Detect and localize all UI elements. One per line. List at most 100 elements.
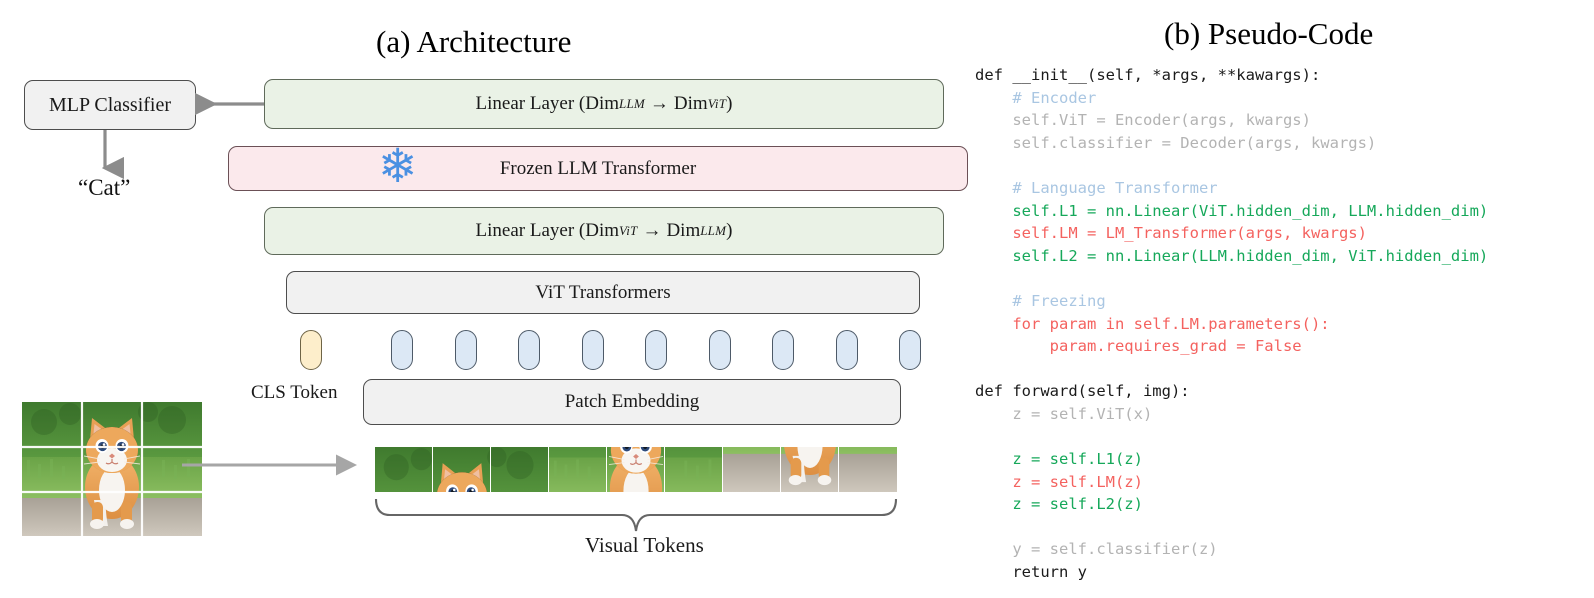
patch-token: [518, 330, 540, 370]
linear-top-prefix: Linear Layer (Dim: [475, 93, 620, 114]
frozen-llm-transformer-box: Frozen LLM Transformer: [228, 146, 968, 191]
linear-bottom-sub-to: LLM: [700, 223, 727, 238]
patch-embedding-box: Patch Embedding: [363, 379, 901, 425]
code-line: # Encoder: [975, 87, 1585, 110]
code-line: # Language Transformer: [975, 177, 1585, 200]
patch-token: [772, 330, 794, 370]
kitten-illustration: [839, 447, 897, 492]
linear-top-sub-to: ViT: [707, 96, 727, 111]
cls-token: [300, 330, 322, 370]
code-line: self.L1 = nn.Linear(ViT.hidden_dim, LLM.…: [975, 200, 1585, 223]
patch-token: [645, 330, 667, 370]
code-token: # Freezing: [1012, 291, 1106, 310]
arrow-mlp-to-cat: [101, 130, 125, 180]
code-token: z = self.L1(z): [1012, 450, 1143, 469]
linear-bottom-sub-from: ViT: [619, 223, 638, 238]
figure-canvas: (a) Architecture (b) Pseudo-Code MLP Cla…: [0, 0, 1594, 598]
code-token: # Encoder: [1012, 88, 1097, 107]
visual-token-patch: [665, 447, 723, 492]
code-line: z = self.L1(z): [975, 448, 1585, 471]
code-token: def forward(self, img):: [975, 382, 1190, 401]
code-line: self.ViT = Encoder(args, kwargs): [975, 109, 1585, 132]
code-token: def __init__(self, *args, **kawargs):: [975, 66, 1321, 84]
visual-token-patch: [375, 447, 433, 492]
arrow-linear-to-mlp: [194, 92, 264, 116]
code-token: self.LM = LM_Transformer(args, kwargs): [1012, 224, 1367, 243]
code-line: param.requires_grad = False: [975, 335, 1585, 358]
linear-layer-top-box: Linear Layer (Dim LLM → Dim ViT): [264, 79, 944, 129]
visual-token-patch: [491, 447, 549, 492]
patch-token: [391, 330, 413, 370]
visual-token-patch-strip: [375, 447, 897, 492]
panel-title-pseudocode: (b) Pseudo-Code: [1164, 16, 1374, 51]
kitten-illustration: [781, 447, 838, 492]
code-line: def forward(self, img):: [975, 380, 1585, 403]
code-token: # Language Transformer: [1012, 178, 1218, 197]
code-line: self.L2 = nn.Linear(LLM.hidden_dim, ViT.…: [975, 245, 1585, 268]
vit-transformers-label: ViT Transformers: [535, 281, 671, 303]
code-token: self.L1 = nn.Linear(ViT.hidden_dim, LLM.…: [1012, 201, 1489, 220]
source-image-kitten: [22, 402, 202, 536]
pseudocode-block: def __init__(self, *args, **kawargs): # …: [975, 64, 1585, 594]
code-token: self.ViT = Encoder(args, kwargs): [1012, 111, 1311, 130]
kitten-illustration: [549, 447, 606, 492]
kitten-illustration: [375, 447, 432, 492]
code-token: z = self.LM(z): [1012, 472, 1143, 491]
linear-bottom-arrow-glyph: →: [642, 220, 662, 241]
patch-token: [708, 330, 731, 370]
frozen-llm-label: Frozen LLM Transformer: [499, 157, 697, 179]
code-line: for param in self.LM.parameters():: [975, 313, 1585, 336]
visual-token-patch: [781, 447, 839, 492]
linear-layer-bottom-box: Linear Layer (Dim ViT → Dim LLM): [264, 207, 944, 255]
kitten-illustration: [22, 402, 202, 536]
visual-token-patch: [723, 447, 781, 492]
patch-token: [454, 330, 477, 370]
code-line: z = self.LM(z): [975, 471, 1585, 494]
kitten-illustration: [723, 447, 780, 492]
code-line: # Freezing: [975, 290, 1585, 313]
snowflake-icon: ❄: [378, 141, 418, 193]
code-line: self.classifier = Decoder(args, kwargs): [975, 132, 1585, 155]
vit-transformers-box: ViT Transformers: [286, 271, 920, 314]
kitten-illustration: [433, 447, 490, 492]
code-line: return y: [975, 561, 1585, 584]
patch-token: [899, 330, 921, 370]
code-token: z = self.L2(z): [1012, 495, 1143, 514]
panel-title-architecture: (a) Architecture: [376, 24, 572, 59]
code-token: y = self.classifier(z): [1012, 540, 1218, 559]
visual-token-patch: [839, 447, 897, 492]
arrow-image-to-patches: [182, 454, 357, 476]
code-token: for param in self.LM.parameters():: [1012, 314, 1330, 333]
linear-top-suffix: ): [726, 93, 733, 114]
linear-bottom-suffix: ): [726, 220, 733, 241]
code-token: self.L2 = nn.Linear(LLM.hidden_dim, ViT.…: [1012, 246, 1489, 265]
code-token: self.classifier = Decoder(args, kwargs): [1012, 133, 1377, 152]
code-line: self.LM = LM_Transformer(args, kwargs): [975, 222, 1585, 245]
visual-token-patch: [549, 447, 607, 492]
kitten-illustration: [607, 447, 664, 492]
output-class-label: “Cat”: [78, 175, 131, 200]
visual-token-patch: [607, 447, 665, 492]
visual-tokens-label: Visual Tokens: [585, 533, 704, 557]
patch-embedding-label: Patch Embedding: [564, 391, 700, 412]
kitten-illustration: [665, 447, 722, 492]
code-token: return y: [1012, 563, 1087, 582]
code-token: z = self.ViT(x): [1012, 404, 1153, 423]
visual-token-patch: [433, 447, 491, 492]
visual-tokens-brace: [374, 498, 898, 532]
linear-top-sub-from: LLM: [619, 96, 645, 111]
code-line: z = self.ViT(x): [975, 403, 1585, 426]
patch-token: [581, 330, 604, 370]
linear-top-mid: Dim: [673, 93, 708, 114]
mlp-classifier-box: MLP Classifier: [24, 80, 196, 130]
code-line: def __init__(self, *args, **kawargs):: [975, 64, 1585, 87]
linear-top-arrow-glyph: →: [649, 93, 669, 114]
code-line: z = self.L2(z): [975, 493, 1585, 516]
code-line: y = self.classifier(z): [975, 538, 1585, 561]
linear-bottom-mid: Dim: [666, 220, 701, 241]
